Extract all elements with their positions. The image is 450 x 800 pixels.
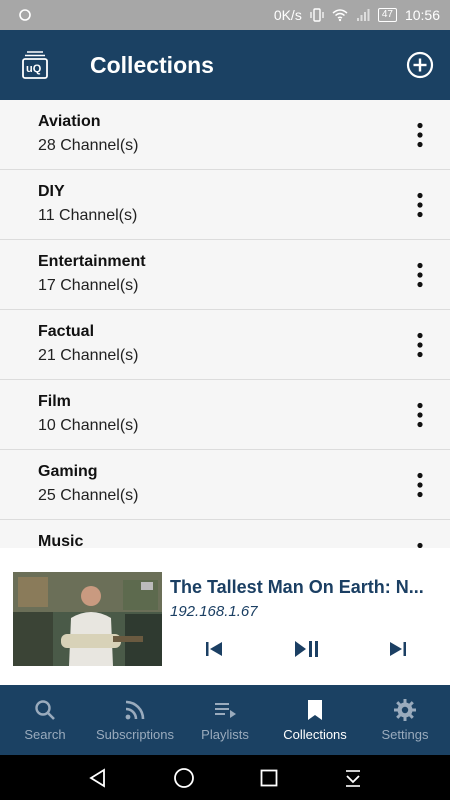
- add-collection-button[interactable]: [406, 51, 434, 79]
- notification-pull-down-icon[interactable]: [343, 768, 363, 788]
- nav-playlists[interactable]: Playlists: [180, 685, 270, 755]
- vibrate-icon: [310, 8, 324, 22]
- collection-count: 11 Channel(s): [38, 207, 138, 224]
- more-options-icon[interactable]: [416, 122, 424, 148]
- play-pause-icon[interactable]: [294, 638, 319, 660]
- sync-status-icon: [18, 8, 32, 22]
- search-icon: [35, 700, 55, 720]
- collection-count: 21 Channel(s): [38, 347, 139, 364]
- collection-name: Aviation: [38, 113, 101, 130]
- app-logo-text: uQ: [26, 63, 42, 75]
- rss-icon: [125, 700, 145, 720]
- wifi-icon: [332, 8, 348, 22]
- nav-subscriptions[interactable]: Subscriptions: [90, 685, 180, 755]
- skip-next-icon[interactable]: [389, 638, 407, 660]
- network-speed: 0K/s: [273, 7, 302, 23]
- track-title: The Tallest Man On Earth: N...: [170, 577, 424, 597]
- gear-icon: [394, 699, 416, 721]
- signal-icon: [356, 8, 370, 22]
- collection-item[interactable]: Aviation 28 Channel(s): [0, 100, 450, 170]
- back-icon[interactable]: [88, 767, 108, 788]
- nav-search[interactable]: Search: [0, 685, 90, 755]
- more-options-icon[interactable]: [416, 262, 424, 288]
- device-ip: 192.168.1.67: [170, 603, 258, 620]
- nav-settings[interactable]: Settings: [360, 685, 450, 755]
- battery-indicator: 47: [377, 8, 397, 22]
- recent-apps-icon[interactable]: [260, 769, 278, 787]
- collection-name: Factual: [38, 323, 95, 340]
- collection-name: Film: [38, 393, 71, 410]
- collection-item[interactable]: Film 10 Channel(s): [0, 380, 450, 450]
- collection-name: DIY: [38, 183, 65, 200]
- collection-item[interactable]: Factual 21 Channel(s): [0, 310, 450, 380]
- more-options-icon[interactable]: [416, 332, 424, 358]
- collection-item[interactable]: Gaming 25 Channel(s): [0, 450, 450, 520]
- nav-label: Playlists: [201, 727, 249, 742]
- collection-count: 17 Channel(s): [38, 277, 139, 294]
- bookmark-icon: [308, 700, 322, 720]
- playlist-icon: [215, 703, 236, 718]
- add-circle-icon: [406, 51, 434, 79]
- clock: 10:56: [404, 7, 440, 23]
- status-bar: 0K/s 47 10:56: [0, 0, 450, 30]
- skip-previous-icon[interactable]: [205, 638, 223, 660]
- home-icon[interactable]: [173, 767, 195, 789]
- system-navigation-bar: [0, 755, 450, 800]
- nav-label: Search: [24, 727, 66, 742]
- collection-count: 25 Channel(s): [38, 487, 139, 504]
- more-options-icon[interactable]: [416, 472, 424, 498]
- collection-name: Music: [38, 533, 84, 548]
- mini-player[interactable]: The Tallest Man On Earth: N... 192.168.1…: [0, 548, 450, 685]
- collections-list[interactable]: Aviation 28 Channel(s) DIY 11 Channel(s)…: [0, 100, 450, 548]
- app-bar: uQ Collections: [0, 30, 450, 100]
- video-thumbnail[interactable]: [13, 572, 162, 666]
- app-logo: uQ: [21, 50, 49, 80]
- more-options-icon[interactable]: [416, 402, 424, 428]
- page-title: Collections: [90, 51, 214, 78]
- collection-name: Gaming: [38, 463, 98, 480]
- collection-item[interactable]: Entertainment 17 Channel(s): [0, 240, 450, 310]
- collection-item[interactable]: DIY 11 Channel(s): [0, 170, 450, 240]
- collection-item[interactable]: Music: [0, 520, 450, 548]
- nav-collections[interactable]: Collections: [270, 685, 360, 755]
- nav-label: Settings: [381, 727, 429, 742]
- nav-label: Collections: [283, 727, 347, 742]
- collection-count: 28 Channel(s): [38, 137, 139, 154]
- bottom-navigation: Search Subscriptions Playlists Collectio…: [0, 685, 450, 755]
- collection-name: Entertainment: [38, 253, 146, 270]
- nav-label: Subscriptions: [95, 727, 175, 742]
- more-options-icon[interactable]: [416, 192, 424, 218]
- collection-count: 10 Channel(s): [38, 417, 139, 434]
